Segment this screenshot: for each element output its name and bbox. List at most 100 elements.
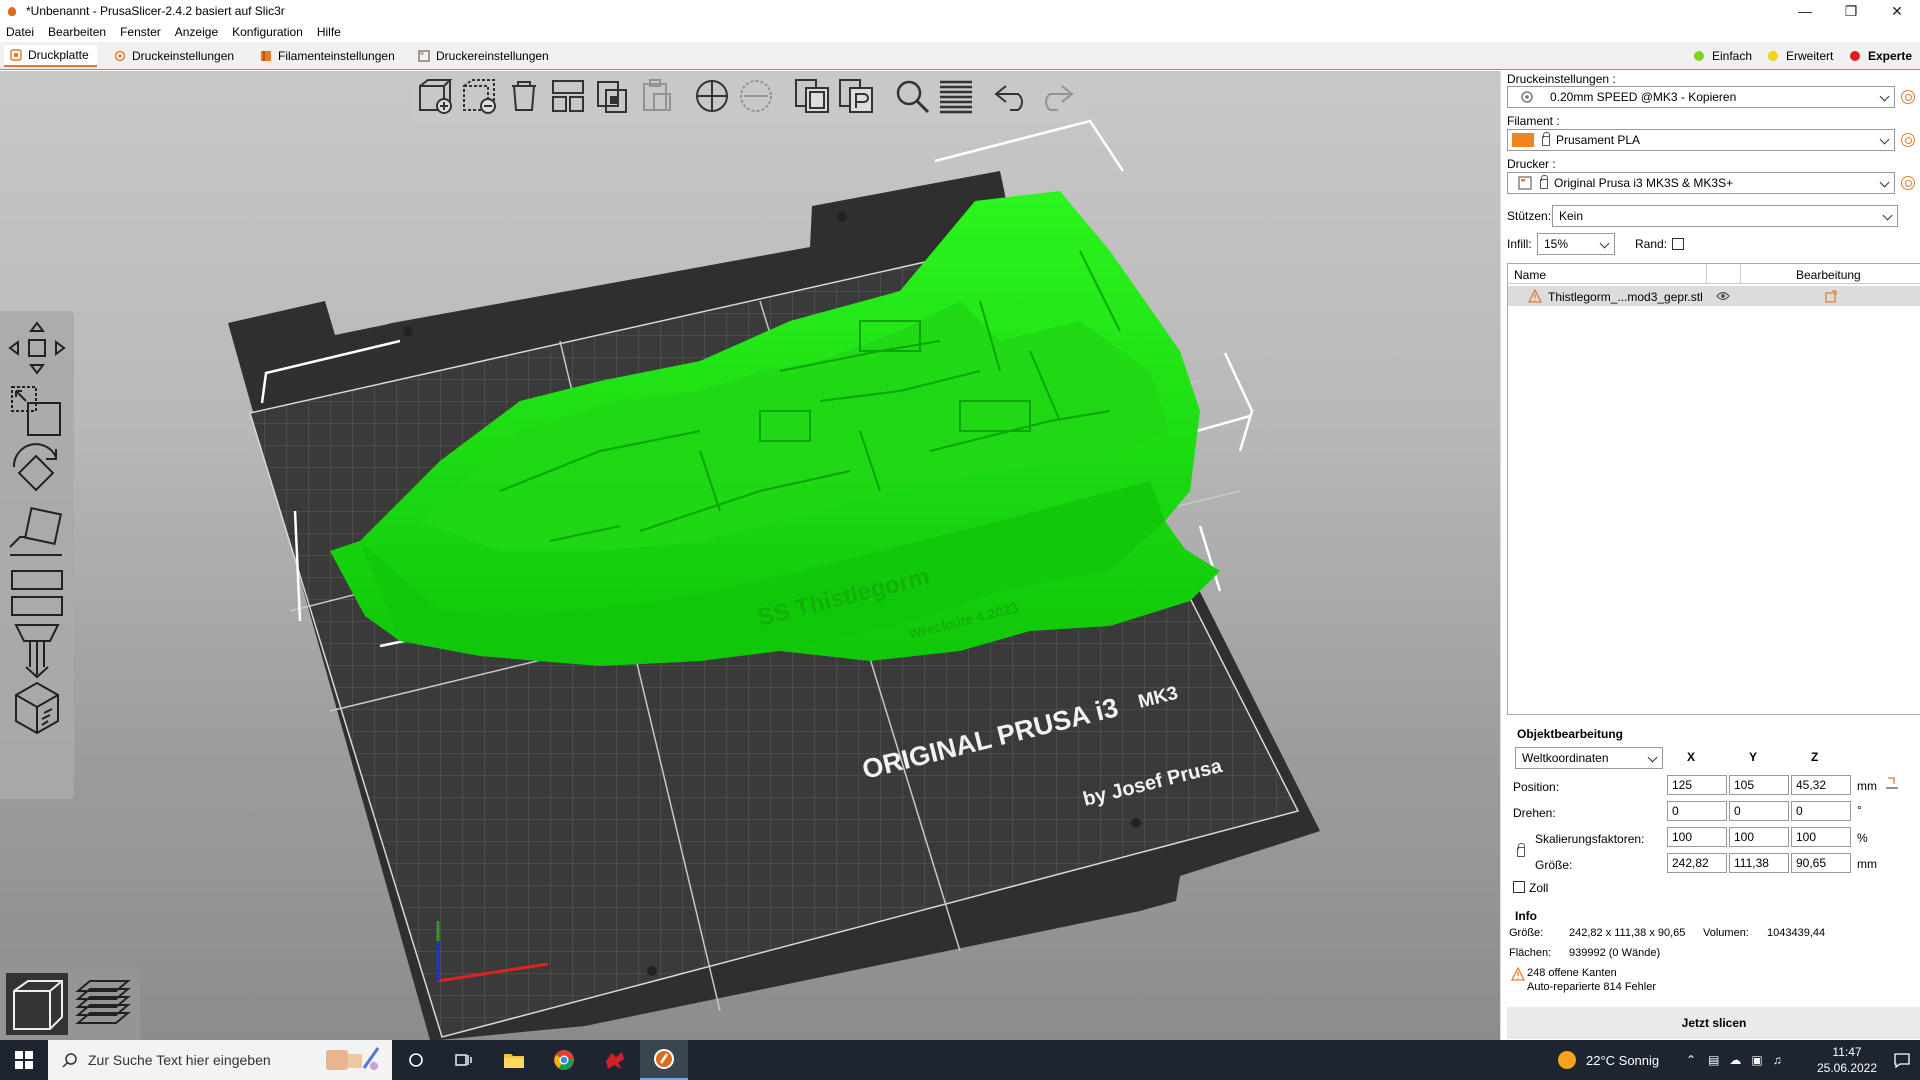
prusaslicer-taskbar-button[interactable]	[640, 1040, 688, 1080]
printer-value: Original Prusa i3 MK3S & MK3S+	[1554, 176, 1734, 190]
3d-viewport[interactable]: ORIGINAL PRUSA i3 MK3 by Josef Prusa SS …	[0, 71, 1500, 1040]
print-settings-icon	[114, 50, 126, 62]
coordinate-system-select[interactable]: Weltkoordinaten	[1515, 747, 1663, 769]
cloud-icon[interactable]: ☁	[1729, 1053, 1741, 1067]
chevron-up-icon[interactable]: ⌃	[1686, 1053, 1696, 1067]
left-toolbar	[0, 311, 74, 799]
rotation-y-input[interactable]: 0	[1729, 801, 1789, 821]
scale-y-input[interactable]: 100	[1729, 827, 1789, 847]
split-parts-icon[interactable]	[836, 76, 876, 116]
search-icon[interactable]	[892, 76, 932, 116]
scale-x-input[interactable]: 100	[1667, 827, 1727, 847]
weather-widget[interactable]: 22°C Sonnig	[1558, 1040, 1659, 1080]
supports-select[interactable]: Kein	[1552, 205, 1898, 227]
copy-icon[interactable]	[592, 76, 632, 116]
printer-select[interactable]: Original Prusa i3 MK3S & MK3S+	[1507, 172, 1895, 194]
warning-icon	[1511, 967, 1525, 981]
tab-druckereinstellungen[interactable]: Druckereinstellungen	[412, 45, 557, 67]
warning-open-edges: 248 offene Kanten	[1527, 967, 1617, 979]
lock-icon[interactable]	[1517, 843, 1525, 857]
position-x-input[interactable]: 125	[1667, 775, 1727, 795]
position-z-input[interactable]: 45,32	[1791, 775, 1851, 795]
arrange-icon[interactable]	[548, 76, 588, 116]
tab-druckeinstellungen-label: Druckeinstellungen	[132, 49, 235, 63]
menu-datei[interactable]: Datei	[6, 25, 34, 39]
infill-select[interactable]: 15%	[1537, 233, 1615, 255]
rotation-label: Drehen:	[1513, 806, 1556, 820]
minimize-icon[interactable]: —	[1782, 0, 1828, 22]
restore-icon[interactable]: ❐	[1828, 0, 1874, 22]
taskbar-search[interactable]: Zur Suche Text hier eingeben	[48, 1040, 392, 1080]
undo-icon[interactable]	[992, 76, 1032, 116]
tab-druckereinstellungen-label: Druckereinstellungen	[436, 49, 549, 63]
mode-advanced-label: Erweitert	[1786, 49, 1834, 63]
file-explorer-button[interactable]	[490, 1040, 538, 1080]
seam-paint-icon[interactable]	[6, 679, 68, 737]
support-paint-icon[interactable]	[6, 621, 68, 679]
red-creature-icon	[606, 1052, 624, 1069]
rotation-x-input[interactable]: 0	[1667, 801, 1727, 821]
volume-icon[interactable]: ♫	[1773, 1053, 1782, 1067]
network-icon[interactable]: ▣	[1751, 1053, 1762, 1067]
cut-icon[interactable]	[6, 563, 68, 621]
cortana-button[interactable]	[392, 1040, 440, 1080]
print-profile-select[interactable]: 0.20mm SPEED @MK3 - Kopieren	[1507, 86, 1895, 108]
col-edit: Bearbeitung	[1796, 268, 1861, 282]
3d-view-icon[interactable]	[6, 973, 68, 1035]
chrome-button[interactable]	[540, 1040, 588, 1080]
start-button[interactable]	[0, 1040, 48, 1080]
menu-bearbeiten[interactable]: Bearbeiten	[48, 25, 106, 39]
info-volume-value: 1043439,44	[1767, 927, 1826, 939]
delete-all-icon[interactable]	[504, 76, 544, 116]
notifications-button[interactable]	[1884, 1040, 1920, 1080]
menu-anzeige[interactable]: Anzeige	[175, 25, 218, 39]
size-x-input[interactable]: 242,82	[1667, 853, 1727, 873]
filament-select[interactable]: Prusament PLA	[1507, 129, 1895, 151]
meet-now-icon[interactable]: ▤	[1708, 1053, 1719, 1067]
menu-hilfe[interactable]: Hilfe	[317, 25, 341, 39]
object-row[interactable]: Thistlegorm_...mod3_gepr.stl	[1508, 286, 1920, 306]
mode-simple[interactable]: Einfach	[1694, 45, 1752, 67]
print-settings-gear-icon[interactable]	[1901, 90, 1915, 104]
move-icon[interactable]	[6, 319, 68, 377]
rotate-icon[interactable]	[6, 443, 68, 501]
printer-gear-icon[interactable]	[1901, 176, 1915, 190]
preview-icon[interactable]	[72, 973, 134, 1035]
position-y-input[interactable]: 105	[1729, 775, 1789, 795]
mode-advanced[interactable]: Erweitert	[1768, 45, 1833, 67]
drop-to-bed-icon[interactable]	[1885, 776, 1899, 790]
inch-checkbox[interactable]	[1513, 881, 1525, 893]
filament-gear-icon[interactable]	[1901, 133, 1915, 147]
position-label: Position:	[1513, 780, 1560, 794]
paste-icon	[643, 79, 671, 111]
variable-layer-height-icon[interactable]	[936, 76, 976, 116]
clock[interactable]: 11:47 25.06.2022	[1810, 1044, 1884, 1076]
add-instance-icon[interactable]	[692, 76, 732, 116]
tab-filamenteinstellungen[interactable]: Filamenteinstellungen	[254, 45, 403, 67]
split-objects-icon[interactable]	[792, 76, 832, 116]
task-view-button[interactable]	[440, 1040, 488, 1080]
app-button-red[interactable]	[590, 1040, 638, 1080]
slice-now-button[interactable]: Jetzt slicen	[1507, 1007, 1920, 1039]
brim-checkbox[interactable]	[1672, 238, 1684, 250]
size-y-input[interactable]: 111,38	[1729, 853, 1789, 873]
size-unit: mm	[1857, 857, 1877, 871]
scale-unit: %	[1857, 831, 1868, 845]
scale-icon[interactable]	[6, 381, 68, 439]
edit-settings-icon[interactable]	[1824, 289, 1838, 303]
mode-expert[interactable]: Experte	[1850, 45, 1912, 67]
menu-fenster[interactable]: Fenster	[120, 25, 161, 39]
window-controls: — ❐ ✕	[1782, 0, 1920, 22]
close-icon[interactable]: ✕	[1874, 0, 1920, 22]
rotation-z-input[interactable]: 0	[1791, 801, 1851, 821]
col-name: Name	[1514, 268, 1547, 282]
tab-druckplatte[interactable]: Druckplatte	[4, 45, 97, 67]
delete-object-icon[interactable]	[460, 76, 500, 116]
size-z-input[interactable]: 90,65	[1791, 853, 1851, 873]
add-object-icon[interactable]	[416, 76, 456, 116]
place-on-face-icon[interactable]	[6, 505, 68, 563]
tab-druckeinstellungen[interactable]: Druckeinstellungen	[108, 45, 242, 67]
eye-icon[interactable]	[1716, 290, 1730, 302]
menu-konfiguration[interactable]: Konfiguration	[232, 25, 303, 39]
scale-z-input[interactable]: 100	[1791, 827, 1851, 847]
